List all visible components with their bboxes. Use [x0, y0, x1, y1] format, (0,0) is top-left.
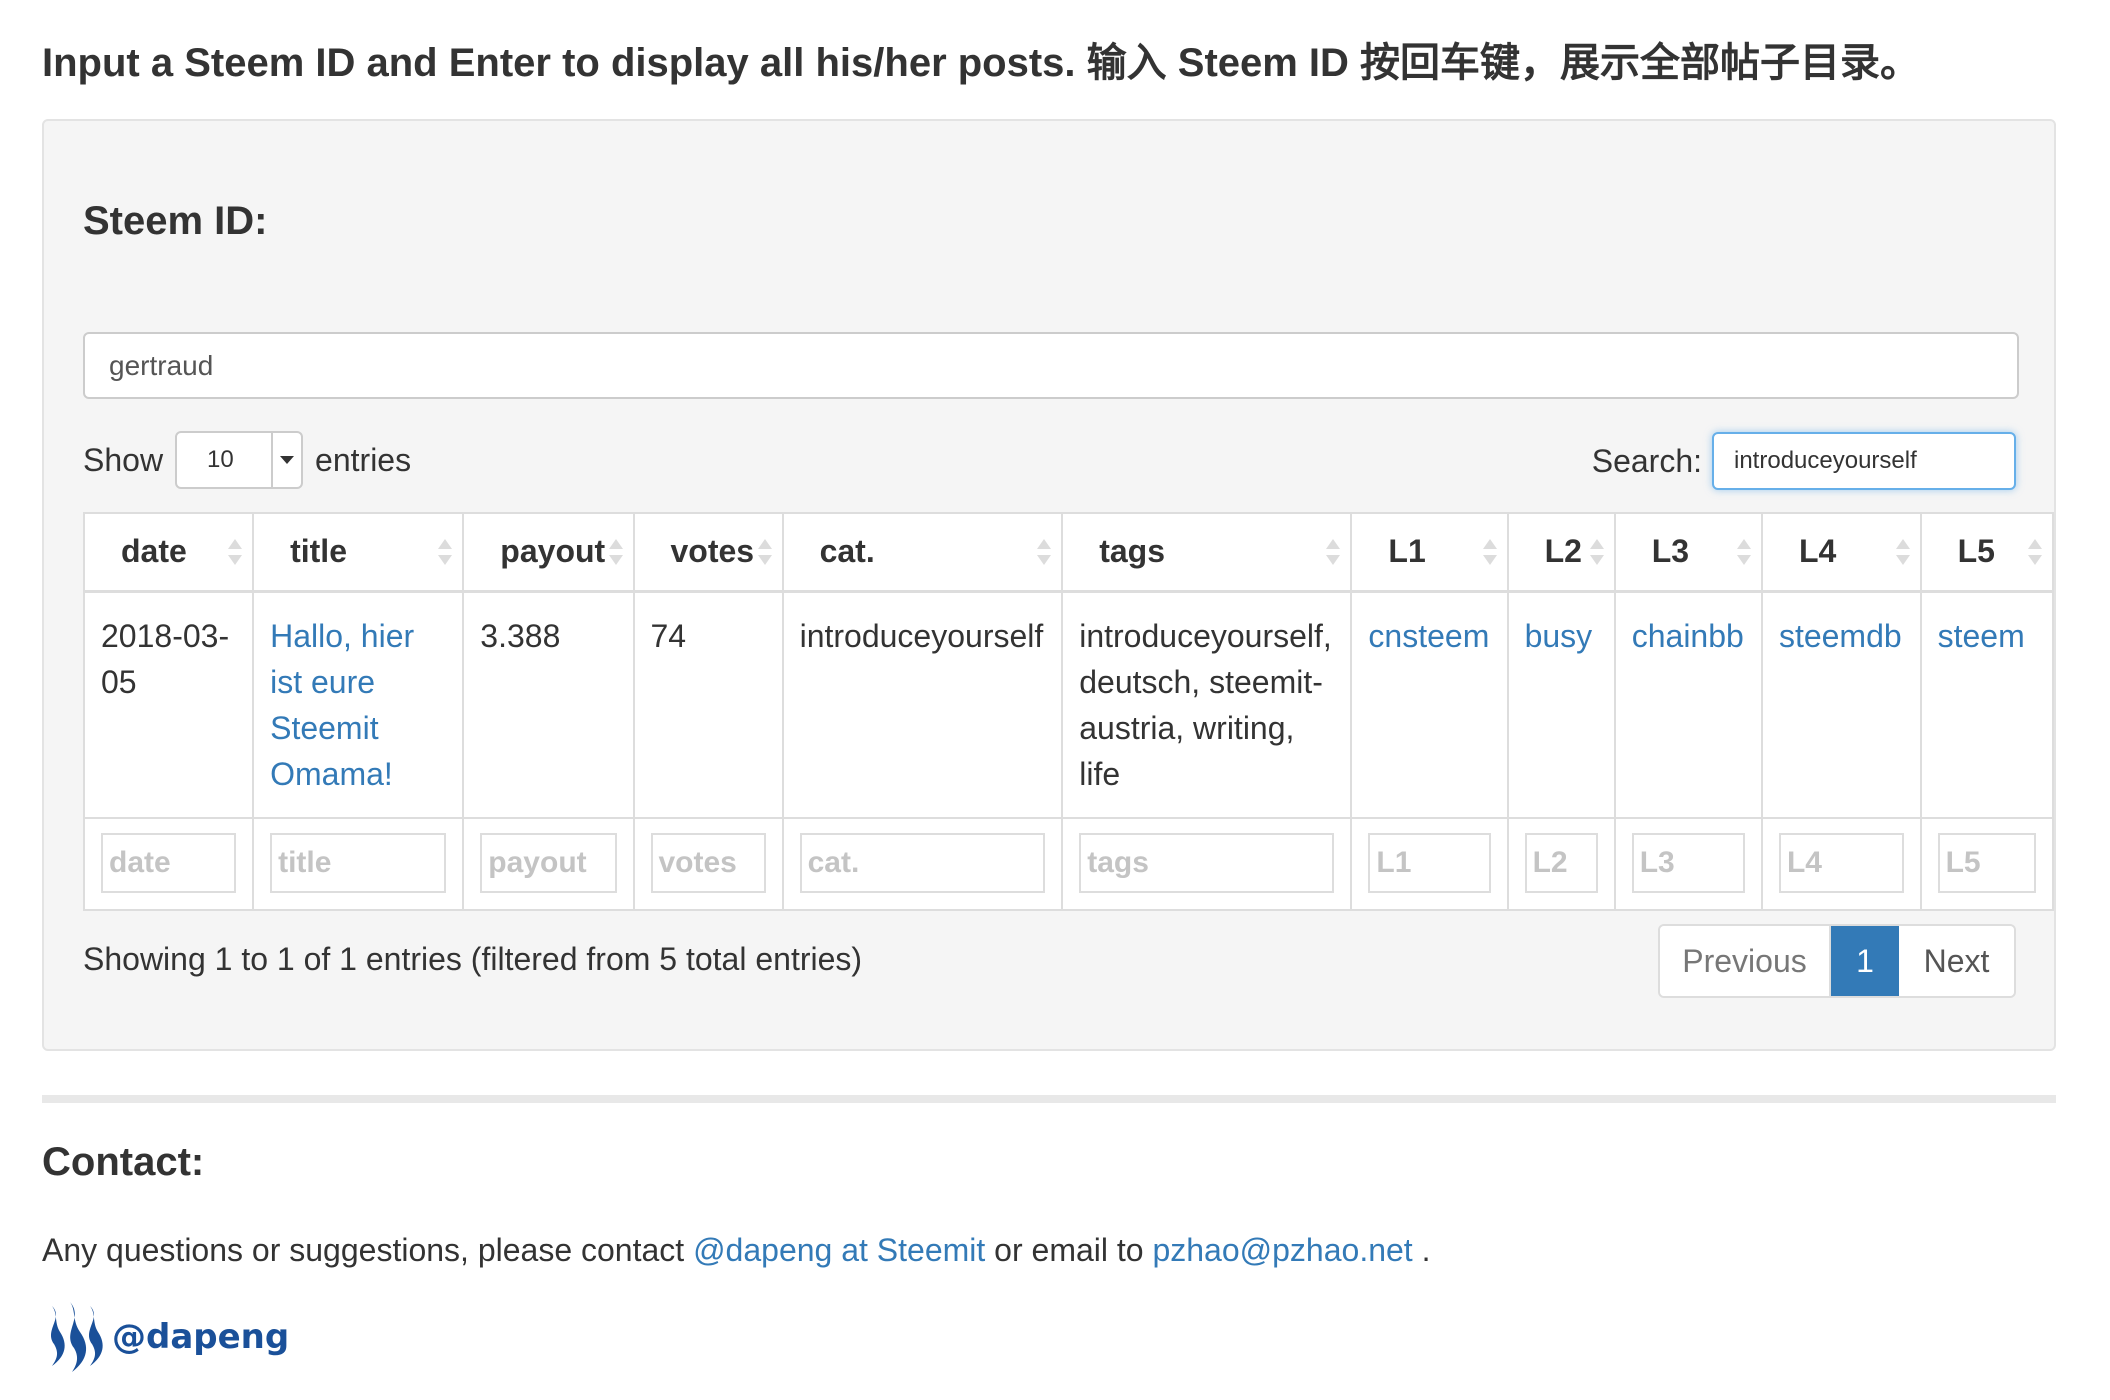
filter-input-l2[interactable]: L2: [1524, 832, 1598, 893]
show-label: Show: [83, 441, 164, 478]
current-page-button[interactable]: 1: [1831, 926, 1899, 996]
link-steem[interactable]: steem: [1938, 618, 2025, 654]
column-header-votes[interactable]: votes: [632, 512, 784, 593]
column-header-l1[interactable]: L1: [1350, 512, 1509, 593]
filter-cell: tags: [1061, 816, 1353, 911]
brand-handle: @dapeng: [112, 1317, 290, 1357]
page-length-select[interactable]: 10: [175, 431, 304, 489]
filter-input-l3[interactable]: L3: [1631, 832, 1745, 893]
sort-icon: [228, 537, 243, 567]
search-label: Search:: [1591, 442, 1702, 479]
column-header-title[interactable]: title: [252, 512, 465, 593]
filter-cell: L4: [1760, 816, 1922, 911]
sort-icon: [1589, 537, 1604, 567]
link-busy[interactable]: busy: [1525, 618, 1593, 654]
filter-cell: votes: [632, 816, 784, 911]
contact-title: Contact:: [42, 1140, 205, 1184]
sort-icon: [2028, 537, 2042, 567]
post-title-link[interactable]: Hallo, hier ist eure Steemit Omama!: [270, 618, 414, 792]
chevron-down-icon: [280, 456, 295, 464]
table-row: 2018-03-05 Hallo, hier ist eure Steemit …: [82, 590, 2054, 819]
cell-l1: cnsteem: [1350, 590, 1509, 819]
filter-input-votes[interactable]: votes: [650, 832, 766, 893]
select-caret: [271, 433, 301, 487]
contact-text-middle: or email to: [985, 1232, 1153, 1268]
column-header-l3[interactable]: L3: [1613, 512, 1763, 593]
search-panel: Steem ID: Show 10 entries Search: date: [42, 119, 2056, 1051]
filter-input-title[interactable]: title: [270, 832, 447, 893]
filter-cell: cat.: [781, 816, 1064, 911]
link-chainbb[interactable]: chainbb: [1632, 618, 1744, 654]
email-link[interactable]: pzhao@pzhao.net: [1152, 1232, 1412, 1268]
previous-page-button[interactable]: Previous: [1660, 926, 1831, 996]
table-search-control: Search:: [1592, 432, 2016, 490]
page-length-control: Show 10 entries: [83, 431, 412, 489]
column-header-cat[interactable]: cat.: [781, 512, 1064, 593]
cell-l3: chainbb: [1613, 590, 1763, 819]
table-header-row: date title payout votes cat. tags L1 L2 …: [82, 512, 2054, 593]
filter-input-l4[interactable]: L4: [1778, 832, 1904, 893]
filter-input-tags[interactable]: tags: [1079, 832, 1335, 893]
steem-logo-icon: [51, 1302, 103, 1372]
filter-cell: payout: [462, 816, 635, 911]
cell-date: 2018-03-05: [82, 590, 255, 819]
page-instruction: Input a Steem ID and Enter to display al…: [42, 41, 1921, 85]
column-header-payout[interactable]: payout: [462, 512, 635, 593]
filter-cell: L3: [1613, 816, 1763, 911]
filter-input-date[interactable]: date: [101, 832, 237, 893]
steem-id-input[interactable]: [83, 332, 2019, 399]
brand-badge[interactable]: @dapeng: [42, 1300, 289, 1374]
sort-icon: [438, 537, 453, 567]
cell-l2: busy: [1506, 590, 1616, 819]
filter-row: date title payout votes cat. tags L1 L2 …: [82, 816, 2054, 911]
pagination: Previous 1 Next: [1658, 924, 2016, 998]
cell-votes: 74: [632, 590, 784, 819]
sort-icon: [1326, 537, 1341, 567]
steemit-profile-link[interactable]: @dapeng at Steemit: [693, 1232, 985, 1268]
table-search-input[interactable]: [1712, 432, 2016, 490]
contact-text: Any questions or suggestions, please con…: [42, 1232, 1430, 1269]
sort-icon: [1736, 537, 1751, 567]
entries-label: entries: [315, 441, 412, 478]
filter-cell: title: [252, 816, 465, 911]
posts-table: date title payout votes cat. tags L1 L2 …: [82, 512, 2054, 911]
sort-icon: [608, 537, 623, 567]
column-header-l4[interactable]: L4: [1760, 512, 1922, 593]
cell-l4: steemdb: [1760, 590, 1922, 819]
sort-icon: [1895, 537, 1910, 567]
filter-input-l1[interactable]: L1: [1368, 832, 1491, 893]
column-header-date[interactable]: date: [82, 512, 255, 593]
contact-text-after: .: [1412, 1232, 1431, 1268]
steem-id-label: Steem ID:: [83, 199, 268, 243]
sort-icon: [757, 537, 772, 567]
filter-cell: L5: [1919, 816, 2054, 911]
page: Input a Steem ID and Enter to display al…: [0, 0, 2110, 1400]
table-info: Showing 1 to 1 of 1 entries (filtered fr…: [83, 941, 863, 977]
cell-payout: 3.388: [462, 590, 635, 819]
filter-input-cat[interactable]: cat.: [799, 832, 1046, 893]
filter-cell: L1: [1350, 816, 1509, 911]
page-length-value: 10: [207, 446, 234, 473]
sort-icon: [1037, 537, 1052, 567]
column-header-tags[interactable]: tags: [1061, 512, 1353, 593]
sort-icon: [1482, 537, 1497, 567]
cell-tags: introduceyourself, deutsch, steemit-aust…: [1061, 590, 1353, 819]
cell-l5: steem: [1919, 590, 2054, 819]
filter-input-l5[interactable]: L5: [1937, 832, 2036, 893]
cell-title: Hallo, hier ist eure Steemit Omama!: [252, 590, 465, 819]
section-divider: [42, 1095, 2056, 1103]
filter-cell: date: [82, 816, 255, 911]
column-header-l2[interactable]: L2: [1506, 512, 1616, 593]
next-page-button[interactable]: Next: [1899, 926, 2014, 996]
link-cnsteem[interactable]: cnsteem: [1368, 618, 1489, 654]
filter-input-payout[interactable]: payout: [480, 832, 617, 893]
filter-cell: L2: [1506, 816, 1616, 911]
cell-cat: introduceyourself: [781, 590, 1064, 819]
column-header-l5[interactable]: L5: [1919, 512, 2054, 593]
link-steemdb[interactable]: steemdb: [1779, 618, 1902, 654]
contact-text-before: Any questions or suggestions, please con…: [42, 1232, 694, 1268]
